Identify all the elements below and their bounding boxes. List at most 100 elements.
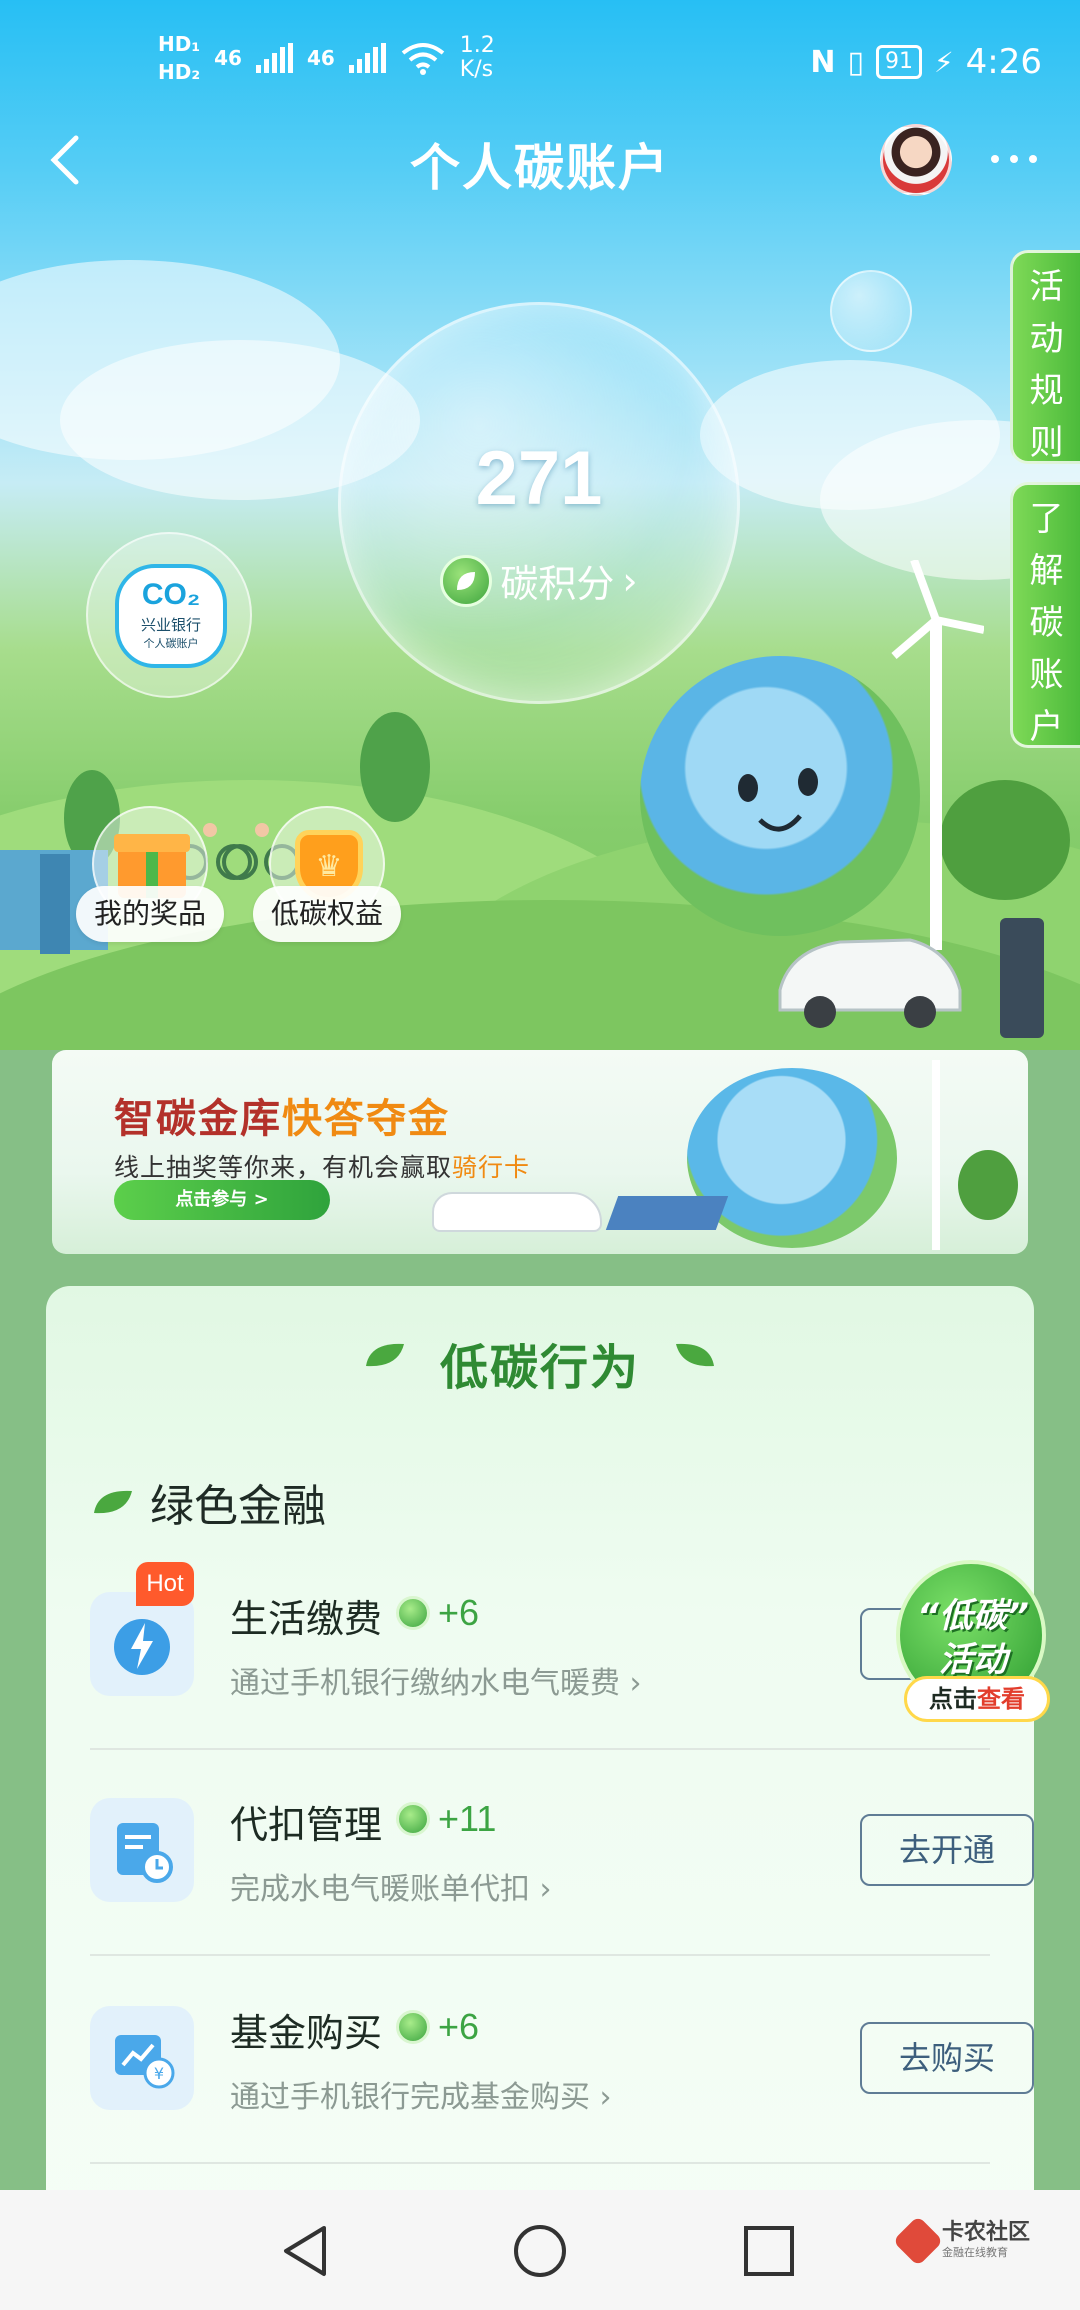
carbon-points-label: 碳积分 xyxy=(500,562,615,606)
building-decoration xyxy=(40,854,70,954)
network-type-1: 46 xyxy=(214,46,242,70)
promo-line1: “低碳” xyxy=(917,1596,1029,1636)
network-speed-value: 1.2 xyxy=(459,33,495,58)
hd1-indicator: HD₁ xyxy=(158,32,201,56)
svg-text:¥: ¥ xyxy=(154,2064,164,2083)
co2-account-badge: CO₂ 兴业银行 个人碳账户 xyxy=(86,532,252,698)
car-decoration xyxy=(770,920,970,1030)
divider xyxy=(90,2162,990,2164)
item-points: +6 xyxy=(396,1592,479,1634)
battery-level: 91 xyxy=(875,45,922,79)
watermark-logo-icon xyxy=(892,2215,944,2267)
status-right: N ▯ 91 ⚡ 4:26 xyxy=(810,42,1042,82)
item-points-value: +6 xyxy=(438,2006,480,2047)
banner-title: 智碳金库快答夺金 xyxy=(114,1086,450,1144)
tree-decoration xyxy=(940,780,1070,900)
network-speed-unit: K/s xyxy=(459,57,494,82)
leaf-icon xyxy=(94,1490,132,1514)
vibrate-icon: ▯ xyxy=(847,44,864,80)
item-points-value: +11 xyxy=(438,1798,497,1839)
wifi-icon xyxy=(401,43,445,75)
status-bar: HD₁ HD₂ 46 46 1.2 K/s N ▯ 91 ⚡ 4:26 xyxy=(0,0,1080,120)
calendar-clock-icon xyxy=(90,1798,194,1902)
banner-join-button[interactable]: 点击参与 > xyxy=(114,1180,330,1220)
item-description-link[interactable]: 通过手机银行完成基金购买 › xyxy=(230,2072,612,2116)
activate-button[interactable]: 去开通 xyxy=(860,1814,1034,1886)
banner-title-part1: 智碳金库 xyxy=(114,1096,282,1142)
banner-subtitle-text: 线上抽奖等你来，有机会赢取 xyxy=(114,1153,453,1182)
banner-title-part2: 快答夺金 xyxy=(282,1096,450,1142)
clock: 4:26 xyxy=(965,42,1042,82)
about-carbon-account-tab[interactable]: 了解碳账户 xyxy=(1010,482,1080,748)
item-description: 通过手机银行完成基金购买 xyxy=(230,2080,590,2115)
carbon-points-link[interactable]: 碳积分 › xyxy=(341,553,737,608)
charger-decoration xyxy=(1000,918,1044,1038)
item-description-link[interactable]: 通过手机银行缴纳水电气暖费 › xyxy=(230,1658,642,1702)
chevron-right-icon: › xyxy=(622,558,638,603)
co2-subtitle: 个人碳账户 xyxy=(143,637,199,650)
item-points: +11 xyxy=(396,1798,496,1840)
leaf-badge-icon xyxy=(396,1596,431,1630)
banner-subtitle-highlight: 骑行卡 xyxy=(452,1153,531,1182)
low-carbon-rights-button[interactable]: ♛ 低碳权益 xyxy=(252,806,402,942)
tree-decoration xyxy=(360,712,430,822)
points-bubble: 271 碳积分 › xyxy=(338,302,740,704)
nav-recents-icon[interactable] xyxy=(734,2216,804,2286)
divider xyxy=(90,1748,990,1750)
network-speed: 1.2 K/s xyxy=(460,34,495,82)
divider xyxy=(90,1954,990,1956)
charging-icon: ⚡ xyxy=(933,45,954,79)
nav-bar: 个人碳账户 xyxy=(0,120,1080,200)
leaf-badge-icon xyxy=(396,1802,431,1836)
promo-view-pill[interactable]: 点击查看 xyxy=(904,1676,1050,1722)
signal-bars-icon xyxy=(348,43,386,73)
leaf-icon xyxy=(676,1343,714,1367)
list-item: 代扣管理 +11 完成水电气暖账单代扣 › 去开通 xyxy=(90,1798,1034,2004)
item-points-value: +6 xyxy=(438,1592,480,1633)
lightning-icon xyxy=(90,1592,194,1696)
network-type-2: 46 xyxy=(306,46,335,70)
nav-home-icon[interactable] xyxy=(505,2216,575,2286)
buy-button[interactable]: 去购买 xyxy=(860,2022,1034,2094)
signal-bars-icon xyxy=(255,43,293,73)
signal-area: HD₁ HD₂ 46 46 1.2 K/s xyxy=(158,30,495,86)
list-item: ¥ 基金购买 +6 通过手机银行完成基金购买 › 去购买 xyxy=(90,2006,1034,2212)
more-dots-icon[interactable] xyxy=(984,144,1044,174)
windmill-decoration xyxy=(884,558,985,660)
banner-subtitle: 线上抽奖等你来，有机会赢取骑行卡 xyxy=(114,1148,530,1184)
activity-rules-tab[interactable]: 活动规则 xyxy=(1010,250,1080,464)
low-carbon-rights-label: 低碳权益 xyxy=(252,886,401,942)
co2-bank-name: 兴业银行 xyxy=(140,616,201,634)
my-rewards-button[interactable]: 我的奖品 xyxy=(75,806,225,942)
section-title: 低碳行为 xyxy=(439,1340,640,1396)
low-carbon-card: 低碳行为 绿色金融 Hot 生活缴费 +6 通过手机银行缴纳水电气暖费 › 去缴… xyxy=(46,1286,1034,2310)
item-name: 生活缴费 xyxy=(230,1597,383,1641)
solar-panel-decoration xyxy=(605,1196,729,1230)
hd2-indicator: HD₂ xyxy=(158,60,201,84)
promo-text: “低碳” 活动 xyxy=(886,1594,1060,1682)
low-carbon-activity-badge[interactable]: “低碳” 活动 点击查看 xyxy=(886,1560,1060,1730)
promo-pill-part1: 点击 xyxy=(929,1685,977,1713)
car-illustration xyxy=(432,1192,602,1232)
hot-badge: Hot xyxy=(136,1562,194,1606)
item-description: 通过手机银行缴纳水电气暖费 xyxy=(230,1666,620,1701)
avatar[interactable] xyxy=(880,124,952,196)
promo-banner[interactable]: 智碳金库快答夺金 线上抽奖等你来，有机会赢取骑行卡 点击参与 > xyxy=(52,1050,1028,1254)
chart-yuan-icon: ¥ xyxy=(90,2006,194,2110)
activity-rules-label: 活动规则 xyxy=(1029,267,1064,463)
windmill-decoration xyxy=(932,1060,940,1250)
tree-decoration xyxy=(958,1150,1018,1220)
item-description: 完成水电气暖账单代扣 xyxy=(230,1872,530,1907)
list-item: Hot 生活缴费 +6 通过手机银行缴纳水电气暖费 › 去缴费 xyxy=(90,1562,1034,1798)
about-carbon-account-label: 了解碳账户 xyxy=(1029,499,1064,747)
co2-cloud-logo: CO₂ 兴业银行 个人碳账户 xyxy=(115,564,227,668)
item-points: +6 xyxy=(396,2006,479,2048)
leaf-badge-icon xyxy=(440,554,493,607)
nav-back-icon[interactable] xyxy=(272,2216,342,2286)
my-rewards-label: 我的奖品 xyxy=(75,886,224,942)
watermark: 卡农社区 金融在线教育 xyxy=(892,2215,1030,2267)
earth-mascot xyxy=(640,656,920,936)
windmill-decoration xyxy=(930,620,942,950)
nfc-icon: N xyxy=(810,44,836,80)
item-description-link[interactable]: 完成水电气暖账单代扣 › xyxy=(230,1864,552,1908)
